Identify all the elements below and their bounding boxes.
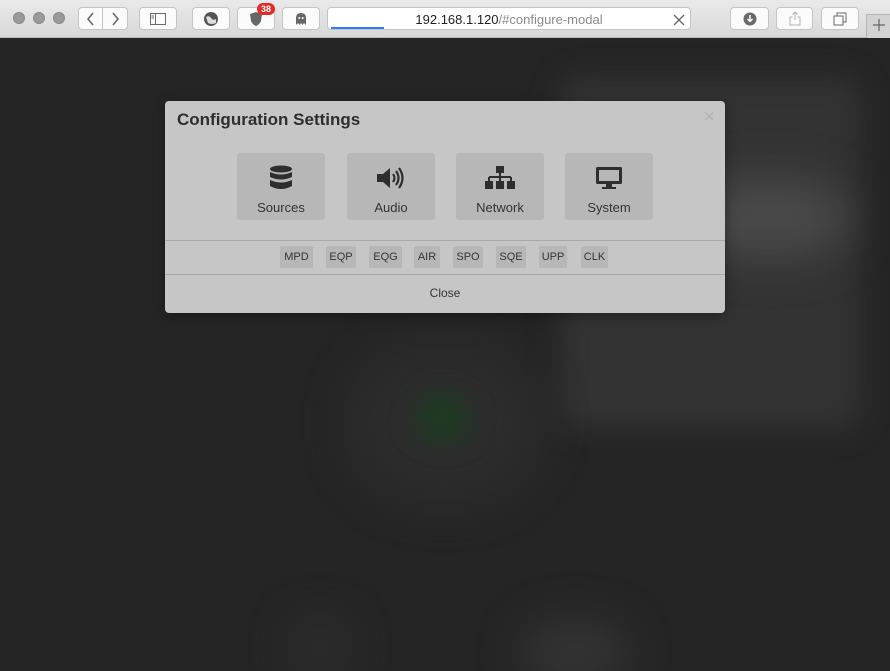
- downloads-button[interactable]: [730, 7, 769, 30]
- tile-label: System: [587, 200, 631, 215]
- url-path: /#configure-modal: [498, 12, 603, 27]
- tile-system[interactable]: System: [565, 153, 653, 220]
- configure-modal: Configuration Settings × Sources Audio N…: [165, 101, 725, 313]
- download-icon: [743, 12, 757, 26]
- extension-button-1[interactable]: [192, 7, 230, 30]
- extension-button-2[interactable]: 38: [237, 3, 276, 30]
- tile-audio[interactable]: Audio: [347, 153, 435, 220]
- background-control: [290, 618, 350, 671]
- chip-clk[interactable]: CLK: [581, 246, 608, 268]
- background-green-glow: [415, 393, 470, 443]
- plus-icon: [872, 18, 885, 36]
- close-icon[interactable]: [673, 13, 685, 31]
- tile-label: Network: [476, 200, 524, 215]
- forward-button[interactable]: [102, 7, 128, 30]
- ghost-icon: [295, 12, 307, 26]
- network-icon: [456, 165, 544, 193]
- tabs-overview-icon: [833, 12, 847, 26]
- database-icon: [237, 165, 325, 193]
- tile-label: Sources: [257, 200, 305, 215]
- page-load-progress: [331, 27, 384, 29]
- background-control: [520, 618, 630, 671]
- speaker-icon: [347, 165, 435, 193]
- url-text: 192.168.1.120/#configure-modal: [328, 12, 690, 27]
- url-host: 192.168.1.120: [415, 12, 499, 27]
- sidebar-icon: [150, 12, 166, 25]
- chip-sqe[interactable]: SQE: [496, 246, 526, 268]
- address-bar[interactable]: 192.168.1.120/#configure-modal: [327, 7, 691, 30]
- chevron-left-icon: [86, 11, 96, 26]
- chip-eqp[interactable]: EQP: [326, 246, 356, 268]
- browser-toolbar: 38 192.168.1.120/#configure-modal: [0, 0, 890, 38]
- divider: [165, 274, 725, 275]
- new-tab-button[interactable]: [866, 14, 890, 38]
- modal-title: Configuration Settings: [177, 110, 361, 129]
- modal-close-icon[interactable]: ×: [703, 107, 715, 127]
- window-minimize-button[interactable]: [33, 12, 45, 24]
- tile-network[interactable]: Network: [456, 153, 544, 220]
- divider: [165, 240, 725, 241]
- sidebar-button[interactable]: [139, 7, 177, 30]
- extension-badge: 38: [257, 3, 276, 15]
- chip-spo[interactable]: SPO: [453, 246, 483, 268]
- chip-upp[interactable]: UPP: [539, 246, 567, 268]
- chip-mpd[interactable]: MPD: [280, 246, 313, 268]
- close-button[interactable]: Close: [165, 286, 725, 300]
- monitor-icon: [565, 165, 653, 193]
- share-button[interactable]: [776, 7, 813, 30]
- share-icon: [789, 11, 801, 26]
- chevron-right-icon: [110, 11, 120, 26]
- globe-icon: [203, 11, 219, 27]
- window-close-button[interactable]: [13, 12, 25, 24]
- tabs-overview-button[interactable]: [821, 7, 859, 30]
- tile-label: Audio: [374, 200, 408, 215]
- back-button[interactable]: [78, 7, 103, 30]
- window-zoom-button[interactable]: [53, 12, 65, 24]
- chip-air[interactable]: AIR: [414, 246, 440, 268]
- chip-eqg[interactable]: EQG: [369, 246, 402, 268]
- extension-button-3[interactable]: [282, 7, 320, 30]
- tile-sources[interactable]: Sources: [237, 153, 325, 220]
